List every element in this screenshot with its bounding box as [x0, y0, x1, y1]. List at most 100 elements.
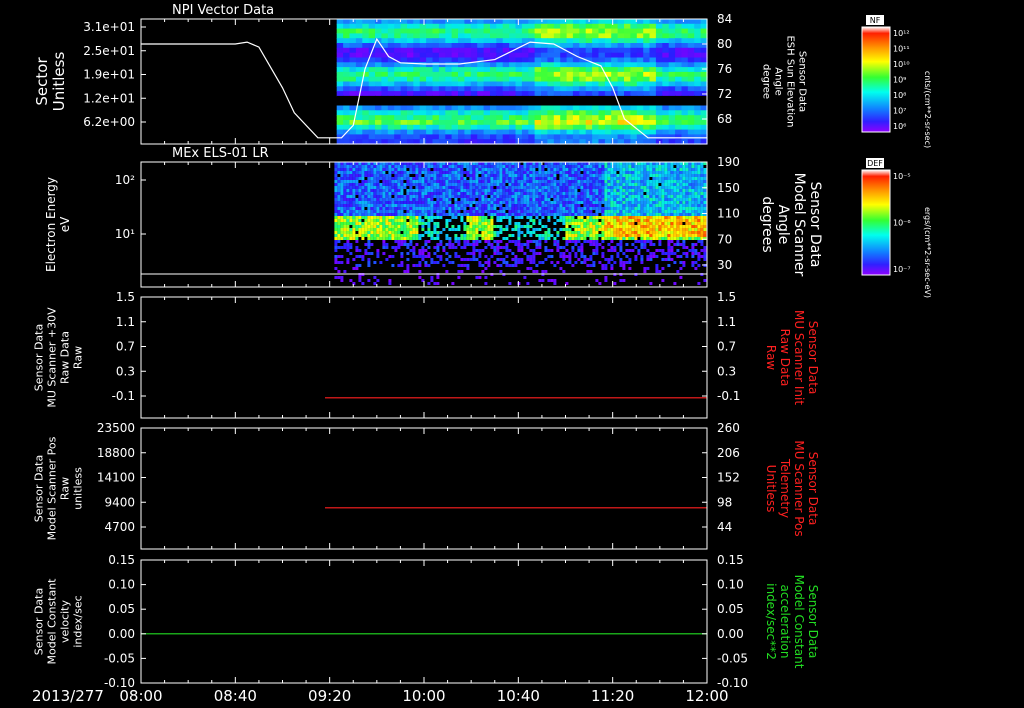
heatmap-cell [604, 134, 612, 140]
heatmap-cell [630, 28, 638, 34]
heatmap-cell [544, 231, 548, 234]
heatmap-cell [400, 264, 404, 267]
heatmap-cell [387, 86, 395, 92]
heatmap-cell [586, 195, 590, 198]
heatmap-cell [649, 62, 657, 68]
heatmap-cell [445, 171, 449, 174]
heatmap-cell [457, 192, 461, 195]
heatmap-cell [412, 264, 416, 267]
heatmap-cell [508, 207, 512, 210]
heatmap-cell [662, 47, 670, 54]
heatmap-cell [619, 171, 623, 174]
heatmap-cell [566, 110, 574, 116]
heatmap-cell [538, 180, 542, 183]
heatmap-cell [523, 174, 527, 177]
heatmap-cell [413, 19, 421, 25]
heatmap-cell [577, 228, 581, 231]
heatmap-cell [560, 95, 568, 102]
heatmap-cell [649, 258, 653, 261]
heatmap-cell [616, 198, 620, 201]
heatmap-cell [541, 189, 545, 192]
heatmap-cell [502, 195, 506, 198]
heatmap-cell [397, 237, 401, 240]
heatmap-cell [544, 258, 548, 261]
heatmap-cell [442, 177, 446, 180]
heatmap-cell [349, 243, 353, 246]
heatmap-cell [362, 105, 370, 111]
heatmap-cell [415, 195, 419, 198]
heatmap-cell [637, 186, 641, 189]
heatmap-cell [400, 43, 408, 49]
heatmap-cell [541, 261, 545, 264]
heatmap-cell [349, 201, 353, 204]
heatmap-cell [484, 183, 488, 186]
heatmap-cell [358, 192, 362, 195]
heatmap-cell [568, 252, 572, 255]
heatmap-cell [424, 186, 428, 189]
heatmap-cell [523, 189, 527, 192]
heatmap-cell [362, 95, 370, 102]
heatmap-cell [493, 168, 497, 171]
heatmap-cell [421, 198, 425, 201]
heatmap-cell [670, 171, 674, 174]
heatmap-cell [617, 62, 625, 68]
heatmap-cell [368, 19, 376, 25]
heatmap-cell [427, 252, 431, 255]
heatmap-cell [490, 62, 497, 68]
heatmap-cell [560, 57, 568, 63]
heatmap-cell [463, 234, 467, 237]
heatmap-cell [472, 216, 476, 219]
heatmap-cell [496, 198, 500, 201]
heatmap-cell [610, 213, 614, 216]
heatmap-cell [376, 195, 380, 198]
heatmap-cell [505, 195, 509, 198]
heatmap-cell [601, 180, 605, 183]
heatmap-cell [484, 180, 488, 183]
heatmap-cell [460, 183, 464, 186]
heatmap-cell [562, 180, 566, 183]
heatmap-cell [445, 71, 453, 78]
heatmap-cell [679, 216, 683, 219]
heatmap-cell [517, 207, 521, 210]
heatmap-cell [529, 201, 533, 204]
heatmap-cell [445, 33, 453, 39]
heatmap-cell [499, 228, 503, 231]
heatmap-cell [601, 195, 605, 198]
heatmap-cell [337, 180, 341, 183]
heatmap-cell [583, 180, 587, 183]
heatmap-cell [580, 222, 584, 225]
heatmap-cell [688, 186, 692, 189]
heatmap-cell [565, 234, 569, 237]
heatmap-cell [622, 186, 626, 189]
heatmap-cell [481, 195, 485, 198]
heatmap-cell [679, 201, 683, 204]
heatmap-cell [426, 115, 434, 121]
heatmap-cell [580, 186, 584, 189]
heatmap-cell [464, 105, 472, 111]
heatmap-cell [373, 234, 377, 237]
heatmap-cell [334, 240, 338, 243]
heatmap-cell [673, 180, 677, 183]
heatmap-cell [458, 19, 465, 25]
heatmap-cell [538, 183, 542, 186]
heatmap-cell [574, 177, 578, 180]
heatmap-cell [421, 225, 425, 228]
heatmap-cell [595, 231, 599, 234]
heatmap-cell [418, 207, 422, 210]
heatmap-cell [509, 28, 517, 34]
heatmap-cell [496, 240, 500, 243]
heatmap-cell [394, 225, 398, 228]
heatmap-cell [346, 207, 350, 210]
heatmap-cell [515, 100, 523, 107]
heatmap-cell [601, 267, 605, 270]
heatmap-cell [630, 38, 638, 44]
heatmap-cell [427, 213, 431, 216]
heatmap-cell [601, 213, 605, 216]
heatmap-cell [532, 174, 536, 177]
heatmap-cell [628, 183, 632, 186]
heatmap-cell [514, 255, 518, 258]
heatmap-cell [592, 243, 596, 246]
heatmap-cell [568, 219, 572, 222]
heatmap-cell [631, 186, 635, 189]
heatmap-cell [511, 189, 515, 192]
